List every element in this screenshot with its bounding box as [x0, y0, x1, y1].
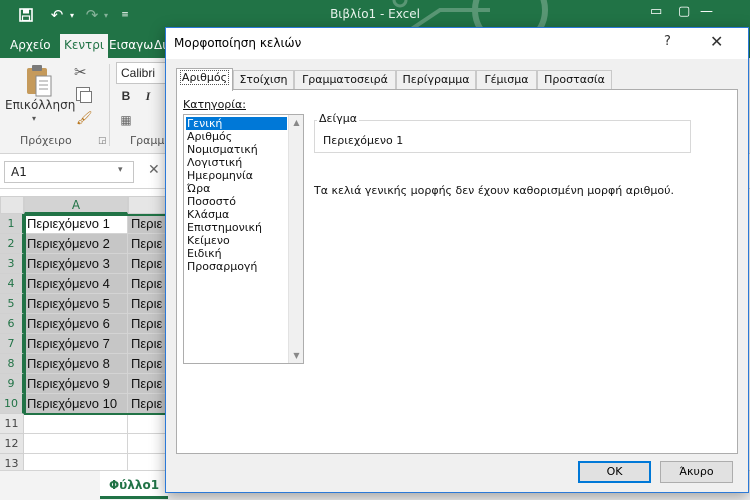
scroll-up-icon[interactable]: ▲ — [289, 115, 304, 130]
bold-button[interactable]: B — [117, 86, 135, 106]
category-scrollbar[interactable]: ▲ ▼ — [288, 115, 303, 363]
cell-b[interactable] — [128, 414, 168, 434]
format-cells-dialog: Μορφοποίηση κελιών ? ✕ Αριθμός Στοίχιση … — [165, 27, 749, 493]
category-item[interactable]: Λογιστική — [186, 156, 287, 169]
row-header[interactable]: 8 — [0, 354, 24, 374]
category-item[interactable]: Ποσοστό — [186, 195, 287, 208]
cell-a[interactable]: Περιεχόμενο 3 — [24, 254, 128, 274]
select-all-corner[interactable] — [0, 196, 24, 214]
cell-b[interactable]: Περιε — [128, 394, 168, 414]
cell-a[interactable]: Περιεχόμενο 1 — [24, 214, 128, 234]
name-box-dropdown-icon[interactable]: ▾ — [118, 165, 123, 175]
category-item[interactable]: Ειδική — [186, 247, 287, 260]
name-box[interactable]: A1 — [4, 161, 134, 183]
row-header[interactable]: 6 — [0, 314, 24, 334]
tab-protection[interactable]: Προστασία — [537, 70, 612, 90]
column-header-a[interactable]: A — [24, 196, 128, 214]
cell-a[interactable]: Περιεχόμενο 6 — [24, 314, 128, 334]
category-list[interactable]: Γενική Αριθμός Νομισματική Λογιστική Ημερομη… — [183, 114, 304, 364]
row-header[interactable]: 7 — [0, 334, 24, 354]
cancel-button[interactable]: Άκυρο — [660, 461, 733, 483]
close-icon[interactable]: ✕ — [710, 32, 723, 51]
ribbon-divider — [109, 64, 110, 146]
paste-button[interactable]: Επικόλληση — [5, 98, 75, 112]
dialog-title: Μορφοποίηση κελιών — [174, 36, 302, 50]
number-tab-panel: Κατηγορία: Γενική Αριθμός Νομισματική Λογισ… — [176, 89, 738, 454]
cell-b[interactable]: Περιε — [128, 354, 168, 374]
cell-a[interactable]: Περιεχόμενο 8 — [24, 354, 128, 374]
ok-button[interactable]: OK — [578, 461, 651, 483]
row-header[interactable]: 1 — [0, 214, 24, 234]
sheet-tab[interactable]: Φύλλο1 — [100, 471, 168, 499]
tab-number[interactable]: Αριθμός — [176, 68, 233, 91]
cell-b[interactable]: Περιε — [128, 254, 168, 274]
category-item[interactable]: Επιστημονική — [186, 221, 287, 234]
ribbon-display-icon[interactable]: ▭ — [650, 4, 662, 19]
cell-a[interactable] — [24, 434, 128, 454]
tab-number-label: Αριθμός — [179, 70, 230, 85]
category-item[interactable]: Ημερομηνία — [186, 169, 287, 182]
tab-fill[interactable]: Γέμισμα — [476, 70, 537, 90]
cell-b[interactable]: Περιε — [128, 274, 168, 294]
clipboard-group-label: Πρόχειρο — [20, 134, 72, 147]
category-item[interactable]: Ώρα — [186, 182, 287, 195]
cell-b[interactable]: Περιε — [128, 214, 168, 234]
cell-b[interactable]: Περιε — [128, 314, 168, 334]
category-item[interactable]: Νομισματική — [186, 143, 287, 156]
cell-a[interactable] — [24, 414, 128, 434]
row-header[interactable]: 5 — [0, 294, 24, 314]
font-name-box[interactable]: Calibri — [116, 62, 168, 84]
category-item[interactable]: Γενική — [186, 117, 287, 130]
category-item[interactable]: Προσαρμογή — [186, 260, 287, 273]
cancel-entry-icon[interactable]: ✕ — [148, 162, 160, 178]
window-title: Βιβλίο1 - Excel — [330, 7, 420, 21]
excel-titlebar: ↶ ▾ ↷ ▾ ≡ Βιβλίο1 - Excel ▭ ▢ — — [0, 0, 750, 30]
column-header-b[interactable] — [128, 196, 168, 214]
cut-icon[interactable]: ✂ — [74, 63, 87, 81]
cell-a[interactable]: Περιεχόμενο 9 — [24, 374, 128, 394]
tab-alignment[interactable]: Στοίχιση — [233, 70, 294, 90]
category-label: Κατηγορία: — [183, 98, 246, 111]
row-header[interactable]: 11 — [0, 414, 24, 434]
scroll-down-icon[interactable]: ▼ — [289, 348, 304, 363]
cell-b[interactable]: Περιε — [128, 234, 168, 254]
cell-b[interactable] — [128, 434, 168, 454]
tab-border[interactable]: Περίγραμμα — [396, 70, 476, 90]
cell-b[interactable]: Περιε — [128, 374, 168, 394]
format-description: Τα κελιά γενικής μορφής δεν έχουν καθορι… — [314, 184, 674, 197]
tab-file[interactable]: Αρχείο — [6, 34, 55, 58]
clipboard-launcher-icon[interactable]: ◲ — [98, 136, 107, 146]
help-icon[interactable]: ? — [664, 34, 671, 49]
minimize-icon[interactable]: ▢ — [678, 4, 690, 19]
copy-icon[interactable] — [76, 87, 92, 103]
row-header[interactable]: 12 — [0, 434, 24, 454]
row-header[interactable]: 10 — [0, 394, 24, 414]
row-header[interactable]: 4 — [0, 274, 24, 294]
cell-a[interactable]: Περιεχόμενο 7 — [24, 334, 128, 354]
dialog-titlebar[interactable]: Μορφοποίηση κελιών ? ✕ — [166, 28, 748, 59]
cell-a[interactable]: Περιεχόμενο 4 — [24, 274, 128, 294]
border-icon[interactable]: ▦ — [117, 110, 135, 130]
row-header[interactable]: 9 — [0, 374, 24, 394]
cell-a[interactable]: Περιεχόμενο 10 — [24, 394, 128, 414]
paste-dropdown-icon[interactable]: ▾ — [32, 114, 36, 123]
category-item[interactable]: Κείμενο — [186, 234, 287, 247]
cell-b[interactable]: Περιε — [128, 294, 168, 314]
tab-home[interactable]: Κεντρι — [60, 34, 108, 58]
italic-button[interactable]: I — [139, 86, 157, 106]
tab-font[interactable]: Γραμματοσειρά — [294, 70, 396, 90]
category-item[interactable]: Αριθμός — [186, 130, 287, 143]
minimize-icon[interactable]: — — [700, 4, 713, 19]
paste-icon[interactable] — [25, 64, 53, 98]
format-painter-icon[interactable]: 🖌 — [76, 111, 93, 126]
category-item[interactable]: Κλάσμα — [186, 208, 287, 221]
cell-a[interactable]: Περιεχόμενο 2 — [24, 234, 128, 254]
row-header[interactable]: 3 — [0, 254, 24, 274]
font-group-label: Γραμμ — [130, 134, 165, 147]
cell-a[interactable]: Περιεχόμενο 5 — [24, 294, 128, 314]
row-header[interactable]: 2 — [0, 234, 24, 254]
sample-label: Δείγμα — [317, 112, 359, 125]
cell-b[interactable]: Περιε — [128, 334, 168, 354]
sample-value: Περιεχόμενο 1 — [323, 134, 404, 147]
